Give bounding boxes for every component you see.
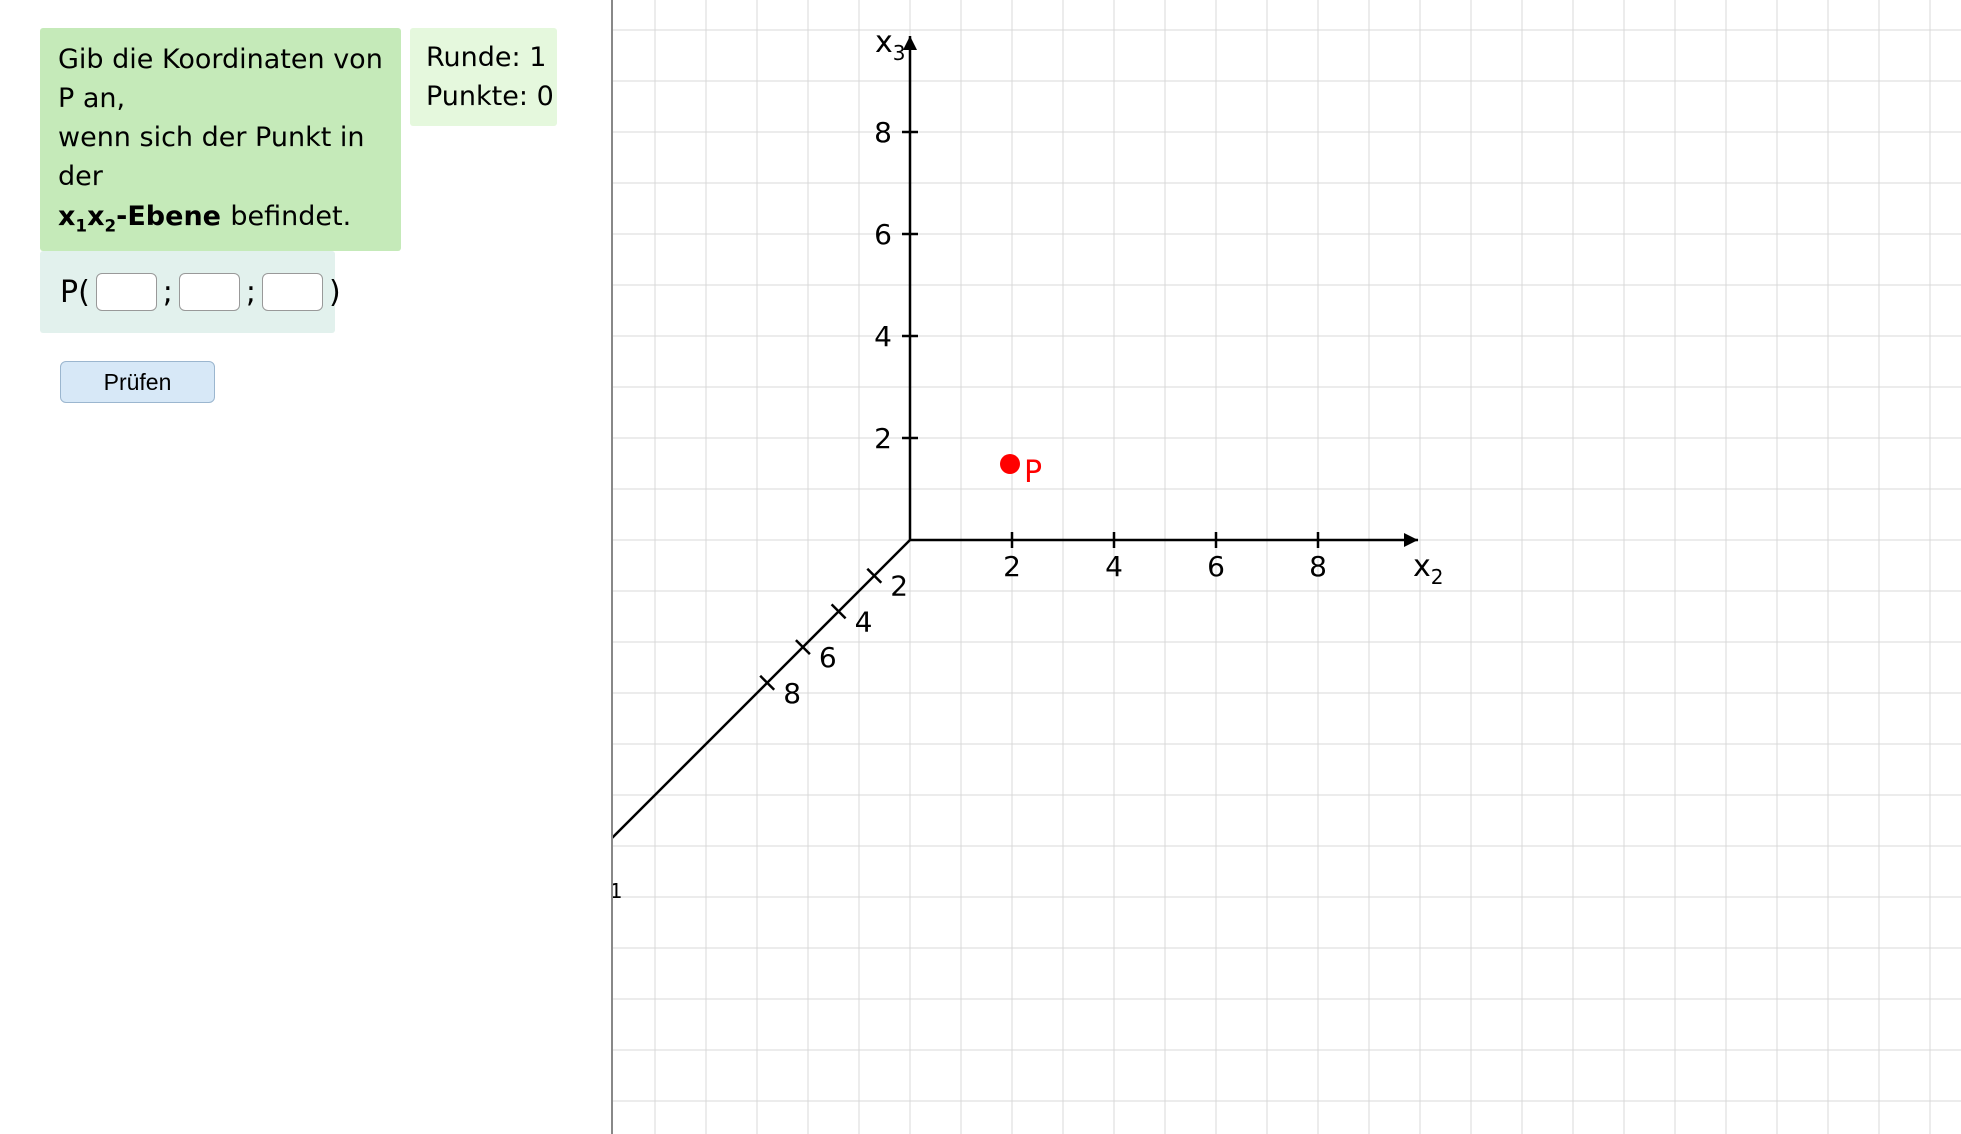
point-p-label: P [1024,455,1042,490]
point-prefix: P( [60,275,90,310]
coord-x1-input[interactable] [96,273,157,311]
point-suffix: ) [329,275,341,310]
x2-tick-6: 6 [1207,550,1225,583]
check-button[interactable]: Prüfen [60,361,215,403]
score-box: Runde: 1 Punkte: 0 [410,28,557,126]
question-prompt: Gib die Koordinaten von P an, wenn sich … [40,28,401,251]
x3-tick-2: 2 [874,422,892,455]
coord-x2-input[interactable] [179,273,240,311]
x2-tick-8: 8 [1309,550,1327,583]
axis-label-x1: x1 [613,863,622,903]
coord-sep1: ; [163,275,173,310]
axis-label-x2: x2 [1413,549,1444,589]
coord-x3-input[interactable] [262,273,323,311]
x1-tick-6: 6 [819,641,837,674]
x1-tick-2: 2 [890,570,908,603]
points-row: Punkte: 0 [426,77,541,116]
coordinate-input-box: P( ; ; ) [40,251,335,333]
graph-3d-view[interactable]: 246824682468x2x3x1 P [611,0,1961,1134]
coord-sep2: ; [246,275,256,310]
x3-tick-6: 6 [874,218,892,251]
axis-label-x3: x3 [875,25,906,65]
point-p [1000,454,1020,474]
x3-tick-8: 8 [874,116,892,149]
prompt-plane: x1x2-Ebene [58,201,230,232]
prompt-line2: wenn sich der Punkt in der [58,122,365,192]
x1-tick-8: 8 [783,677,801,710]
prompt-line1: Gib die Koordinaten von P an, [58,44,383,114]
x3-tick-4: 4 [874,320,892,353]
x2-tick-4: 4 [1105,550,1123,583]
x1-tick-4: 4 [855,605,873,638]
x2-tick-2: 2 [1003,550,1021,583]
round-row: Runde: 1 [426,38,541,77]
prompt-rest: befindet. [230,201,351,232]
